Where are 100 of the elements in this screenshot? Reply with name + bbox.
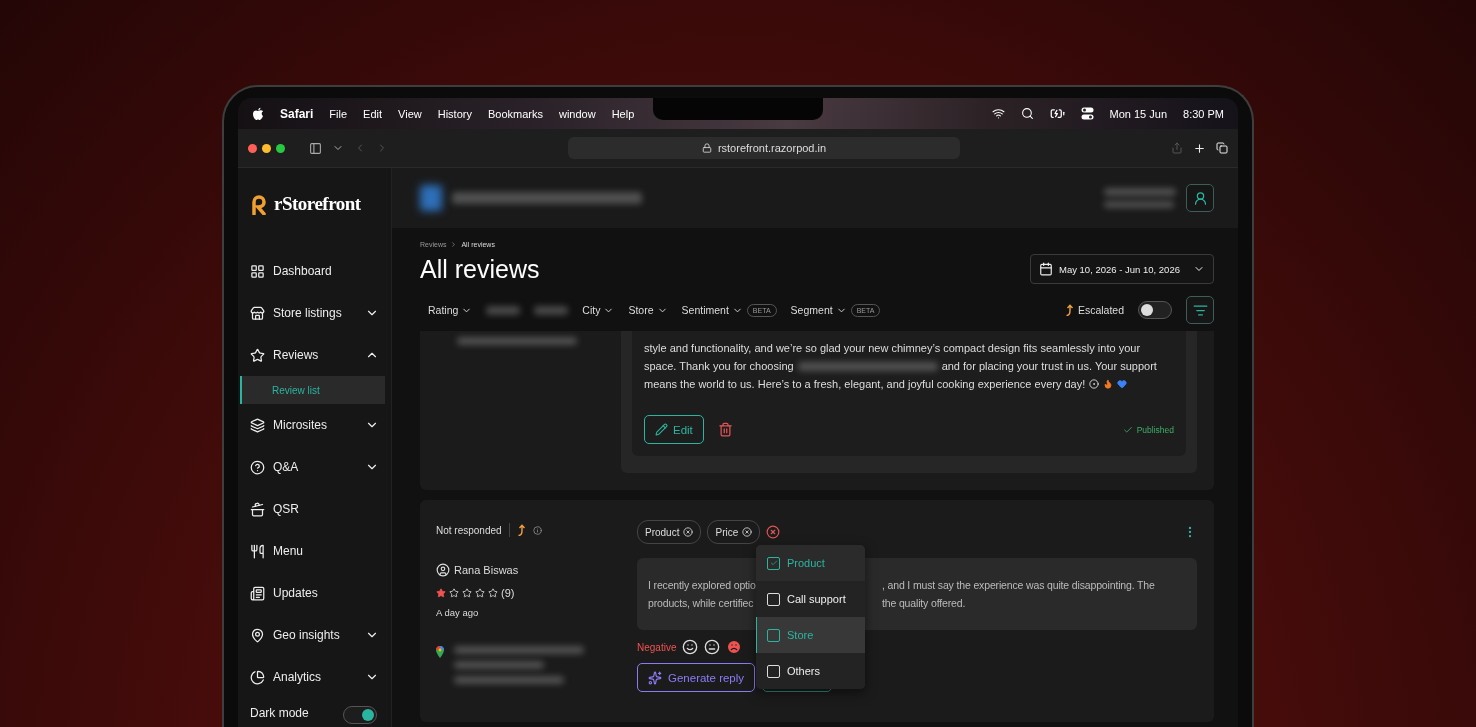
sad-face-icon[interactable] <box>726 639 743 655</box>
sidebar-item[interactable]: QSR <box>238 488 391 530</box>
map-pin-icon <box>250 627 265 643</box>
sidebar-item[interactable]: Updates <box>238 572 391 614</box>
review-text: , and I must say the experience was quite disappointing. The <box>882 578 1155 593</box>
menu-app-name[interactable]: Safari <box>280 106 314 121</box>
dark-mode-toggle[interactable] <box>343 706 377 724</box>
sidebar-item[interactable]: Store listings <box>238 292 391 334</box>
fork-knife-icon <box>250 543 265 559</box>
dropdown-option[interactable]: Store <box>756 617 865 653</box>
info-icon[interactable] <box>532 525 542 535</box>
filter-dropdown[interactable]: Store <box>628 304 668 316</box>
dark-mode-label: Dark mode <box>250 706 309 720</box>
stacked-windows-icon <box>250 417 265 433</box>
sparkles-icon <box>648 670 662 685</box>
escalated-toggle[interactable] <box>1138 301 1172 319</box>
close-window-icon[interactable] <box>248 143 257 153</box>
brand-name: rStorefront <box>274 193 361 215</box>
dropdown-option[interactable]: Call support <box>756 581 865 617</box>
star-icon <box>250 347 265 363</box>
menu-bar-entry[interactable]: Help <box>611 107 635 120</box>
topic-tag[interactable]: Product <box>637 520 702 544</box>
remove-tag-icon[interactable] <box>742 527 753 537</box>
dropdown-option[interactable]: Others <box>756 653 865 689</box>
menu-bar-entry[interactable]: Edit <box>363 107 383 120</box>
blurred-text <box>1104 188 1176 196</box>
heart-icon <box>1117 379 1128 389</box>
edit-button[interactable]: Edit <box>644 415 704 444</box>
generate-reply-button[interactable]: Generate reply <box>637 663 756 692</box>
sentiment-label: Negative <box>637 641 677 653</box>
plate-icon <box>1089 379 1100 389</box>
sidebar-item[interactable]: Q&A <box>238 446 391 488</box>
remove-tag-icon[interactable] <box>683 527 694 537</box>
map-pin-icon <box>436 646 444 658</box>
menu-bar-entry[interactable]: View <box>398 107 422 120</box>
grid-icon <box>250 263 265 279</box>
rating-count: (9) <box>501 587 515 599</box>
apple-logo-icon[interactable] <box>252 106 264 121</box>
pencil-icon <box>655 423 668 436</box>
sidebar-toggle-icon[interactable] <box>309 141 322 155</box>
filter-dropdown[interactable]: City <box>582 304 615 316</box>
check-icon <box>1122 424 1133 435</box>
response-text: style and functionality, and we’re so glad your new chimney’s compact design fits seamlessly into your <box>644 342 1141 354</box>
review-text: the quality offered. <box>882 596 966 611</box>
profile-button[interactable] <box>1186 184 1214 212</box>
menu-bar-entry[interactable]: History <box>437 107 472 120</box>
menu-bar-entry[interactable]: Bookmarks <box>487 107 543 120</box>
url-text: rstorefront.razorpod.in <box>717 142 827 154</box>
clear-tags-icon[interactable] <box>766 525 781 539</box>
menu-bar-entry[interactable]: File <box>329 107 348 120</box>
filter-button[interactable] <box>1186 296 1214 324</box>
maximize-window-icon[interactable] <box>276 143 285 153</box>
review-text: I recently explored optio <box>648 578 756 593</box>
fire-icon <box>1103 379 1114 389</box>
sidebar-subitem[interactable]: Review list <box>240 376 385 404</box>
sidebar-item[interactable]: Geo insights <box>238 614 391 656</box>
filter-dropdown[interactable]: Rating <box>428 304 473 316</box>
review-time: A day ago <box>436 607 480 618</box>
menu-time[interactable]: 8:30 PM <box>1183 107 1224 120</box>
battery-icon[interactable] <box>1049 106 1065 121</box>
escalate-arrow-icon <box>516 524 526 536</box>
date-range-picker[interactable]: May 10, 2026 - Jun 10, 2026 <box>1030 254 1214 284</box>
menu-date[interactable]: Mon 15 Jun <box>1109 107 1168 120</box>
sidebar-item[interactable]: Analytics <box>238 656 391 698</box>
tabs-overview-icon[interactable] <box>1216 142 1228 154</box>
checkbox[interactable] <box>767 556 780 570</box>
minimize-window-icon[interactable] <box>262 143 271 153</box>
user-icon <box>436 563 450 577</box>
page-title: All reviews <box>420 254 540 284</box>
control-center-icon[interactable] <box>1080 107 1094 120</box>
menu-bar-entry[interactable]: window <box>559 107 596 120</box>
filter-icon <box>1192 302 1208 318</box>
smile-face-icon[interactable] <box>682 639 699 655</box>
checkbox[interactable] <box>767 628 780 642</box>
rating-star-icon <box>475 588 485 598</box>
neutral-face-icon[interactable] <box>704 639 721 655</box>
delete-icon[interactable] <box>717 422 733 437</box>
help-icon <box>250 459 265 475</box>
filter-dropdown[interactable]: Segment <box>790 304 847 316</box>
sidebar-item[interactable]: Dashboard <box>238 250 391 292</box>
search-icon[interactable] <box>1020 107 1034 120</box>
escalate-arrow-icon <box>1064 304 1074 316</box>
response-text: means the world to us. Here’s to a fresh, elegant, and joyful cooking experience every day! <box>644 378 1086 390</box>
new-tab-icon[interactable] <box>1193 141 1206 155</box>
wifi-icon[interactable] <box>991 107 1005 120</box>
filter-dropdown[interactable]: Sentiment <box>681 304 743 316</box>
topic-tag[interactable]: Price <box>707 520 761 544</box>
dropdown-option[interactable]: Product <box>756 545 865 581</box>
rating-star-icon <box>436 588 446 598</box>
rating-star-icon <box>488 588 498 598</box>
address-bar[interactable]: rstorefront.razorpod.in <box>568 137 960 159</box>
blurred-text <box>1104 201 1174 208</box>
sidebar-item[interactable]: Reviews <box>238 334 391 376</box>
response-status: Not responded <box>436 524 502 536</box>
pot-icon <box>250 501 265 517</box>
brand-logo-icon <box>250 193 268 215</box>
review-text: products, while certifiec <box>648 596 754 611</box>
storefront-icon <box>250 305 265 321</box>
sidebar-item[interactable]: Microsites <box>238 404 391 446</box>
sidebar-item[interactable]: Menu <box>238 530 391 572</box>
